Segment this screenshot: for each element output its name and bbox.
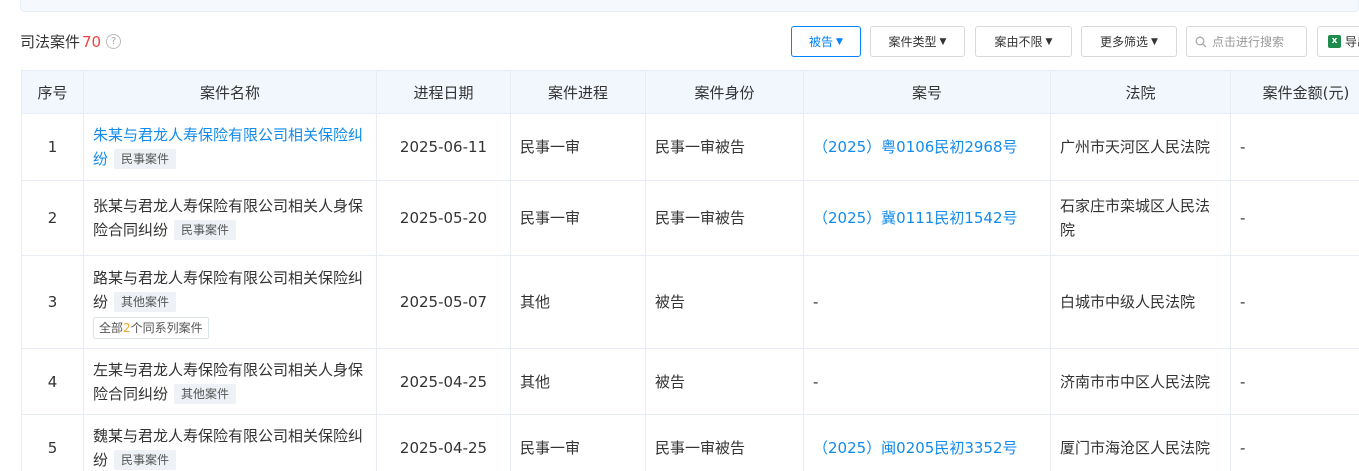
case-name-cell: 张某与君龙人寿保险有限公司相关人身保险合同纠纷 民事案件 [83, 180, 377, 256]
stage-cell: 其他 [510, 348, 646, 415]
stage-cell: 其他 [510, 255, 646, 349]
column-header-index: 序号 [21, 70, 84, 114]
caret-down-icon: ▼ [939, 36, 947, 47]
column-header-case-number: 案号 [803, 70, 1051, 114]
amount-cell: - [1230, 348, 1359, 415]
row-index: 1 [21, 113, 84, 181]
case-number-cell: - [803, 255, 1051, 349]
stage-cell: 民事一审 [510, 414, 646, 471]
case-name-cell: 朱某与君龙人寿保险有限公司相关保险纠纷 民事案件 [83, 113, 377, 181]
top-banner [20, 0, 1359, 12]
case-number-link[interactable]: （2025）粤0106民初2968号 [813, 138, 1018, 156]
column-header-case-name: 案件名称 [83, 70, 377, 114]
table-row: 4 左某与君龙人寿保险有限公司相关人身保险合同纠纷 其他案件 2025-04-25… [21, 348, 1359, 415]
section-header: 司法案件 70 ? 被告 ▼ 案件类型 ▼ 案由不限 ▼ 更多筛选 ▼ 点击进行搜索 x… [0, 24, 1359, 58]
export-label: 导出 [1345, 35, 1359, 49]
court-cell: 石家庄市栾城区人民法院 [1050, 180, 1231, 256]
search-icon [1195, 36, 1207, 47]
case-name-cell: 魏某与君龙人寿保险有限公司相关保险纠纷 民事案件 [83, 414, 377, 471]
role-cell: 被告 [645, 348, 804, 415]
amount-cell: - [1230, 113, 1359, 181]
search-input[interactable]: 点击进行搜索 [1186, 26, 1307, 57]
role-cell: 民事一审被告 [645, 414, 804, 471]
case-name-cell: 左某与君龙人寿保险有限公司相关人身保险合同纠纷 其他案件 [83, 348, 377, 415]
column-header-date: 进程日期 [376, 70, 511, 114]
series-cases-badge[interactable]: 全部2个同系列案件 [93, 316, 209, 339]
case-type-tag: 民事案件 [114, 449, 177, 470]
column-header-amount: 案件金额(元) [1230, 70, 1359, 114]
caret-down-icon: ▼ [836, 36, 843, 47]
role-cell: 民事一审被告 [645, 113, 804, 181]
date-cell: 2025-05-20 [376, 180, 511, 256]
amount-cell: - [1230, 414, 1359, 471]
case-count: 70 [82, 32, 102, 51]
caret-down-icon: ▼ [1151, 36, 1158, 47]
court-cell: 白城市中级人民法院 [1050, 255, 1231, 349]
export-button[interactable]: x 导出 [1317, 26, 1359, 57]
stage-cell: 民事一审 [510, 113, 646, 181]
search-placeholder: 点击进行搜索 [1212, 35, 1285, 49]
defendant-filter-label: 被告 [809, 35, 834, 49]
case-type-tag: 其他案件 [114, 291, 177, 312]
case-type-tag: 民事案件 [174, 220, 237, 240]
cause-filter-button[interactable]: 案由不限 ▼ [975, 26, 1072, 57]
defendant-filter-button[interactable]: 被告 ▼ [791, 26, 861, 57]
help-icon[interactable]: ? [106, 34, 122, 49]
case-number-link[interactable]: （2025）闽0205民初3352号 [813, 439, 1018, 457]
column-header-role: 案件身份 [645, 70, 804, 114]
case-type-tag: 其他案件 [174, 383, 237, 404]
case-type-filter-label: 案件类型 [888, 35, 937, 49]
case-number-cell: （2025）闽0205民初3352号 [803, 414, 1051, 471]
table-header-row: 序号 案件名称 进程日期 案件进程 案件身份 案号 法院 案件金额(元) [21, 70, 1359, 114]
cause-filter-label: 案由不限 [994, 35, 1043, 49]
date-cell: 2025-04-25 [376, 348, 511, 415]
table-row: 1 朱某与君龙人寿保险有限公司相关保险纠纷 民事案件 2025-06-11 民事一… [21, 113, 1359, 181]
case-number-cell: （2025）粤0106民初2968号 [803, 113, 1051, 181]
court-cell: 厦门市海沧区人民法院 [1050, 414, 1231, 471]
section-title: 司法案件 70 ? [20, 31, 122, 52]
court-cell: 广州市天河区人民法院 [1050, 113, 1231, 181]
role-cell: 民事一审被告 [645, 180, 804, 256]
role-cell: 被告 [645, 255, 804, 349]
amount-cell: - [1230, 180, 1359, 256]
excel-icon: x [1328, 35, 1341, 48]
column-header-stage: 案件进程 [510, 70, 646, 114]
more-filters-label: 更多筛选 [1100, 35, 1149, 49]
row-index: 4 [21, 348, 84, 415]
amount-cell: - [1230, 255, 1359, 349]
table-row: 3 路某与君龙人寿保险有限公司相关保险纠纷 其他案件 全部2个同系列案件 2025-… [21, 255, 1359, 349]
case-name-cell: 路某与君龙人寿保险有限公司相关保险纠纷 其他案件 全部2个同系列案件 [83, 255, 377, 349]
series-suffix: 个同系列案件 [130, 320, 203, 335]
date-cell: 2025-05-07 [376, 255, 511, 349]
table-row: 5 魏某与君龙人寿保险有限公司相关保险纠纷 民事案件 2025-04-25 民事一… [21, 414, 1359, 471]
case-type-tag: 民事案件 [114, 149, 177, 169]
case-number-link[interactable]: （2025）冀0111民初1542号 [813, 209, 1018, 227]
series-prefix: 全部 [99, 320, 124, 335]
date-cell: 2025-06-11 [376, 113, 511, 181]
stage-cell: 民事一审 [510, 180, 646, 256]
date-cell: 2025-04-25 [376, 414, 511, 471]
row-index: 2 [21, 180, 84, 256]
caret-down-icon: ▼ [1045, 36, 1053, 47]
case-number-cell: - [803, 348, 1051, 415]
column-header-court: 法院 [1050, 70, 1231, 114]
section-title-text: 司法案件 [20, 33, 81, 51]
more-filters-button[interactable]: 更多筛选 ▼ [1081, 26, 1177, 57]
table-row: 2 张某与君龙人寿保险有限公司相关人身保险合同纠纷 民事案件 2025-05-20… [21, 180, 1359, 256]
case-type-filter-button[interactable]: 案件类型 ▼ [870, 26, 965, 57]
row-index: 5 [21, 414, 84, 471]
series-count: 2 [123, 320, 131, 335]
row-index: 3 [21, 255, 84, 349]
court-cell: 济南市市中区人民法院 [1050, 348, 1231, 415]
judicial-cases-table: 序号 案件名称 进程日期 案件进程 案件身份 案号 法院 案件金额(元) 1 朱… [21, 70, 1359, 471]
case-number-cell: （2025）冀0111民初1542号 [803, 180, 1051, 256]
